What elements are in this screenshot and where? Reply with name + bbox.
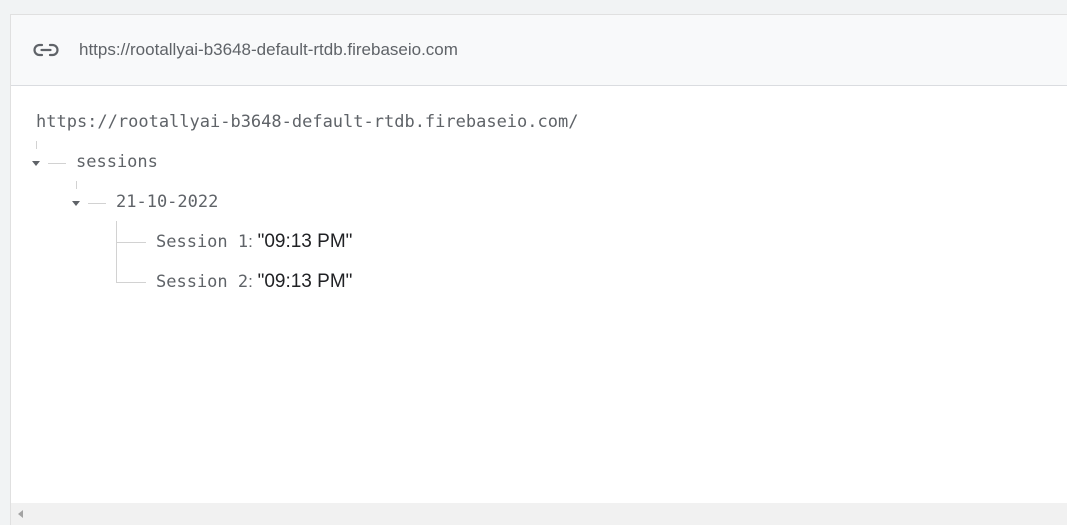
node-key-sessions[interactable]: sessions [76,151,158,173]
leaf-value[interactable]: "09:13 PM" [258,231,353,252]
leaf-separator: : [248,232,258,251]
tree-connector [116,282,146,283]
tree-connector [36,141,37,149]
node-key-date[interactable]: 21-10-2022 [116,191,218,213]
leaf-value[interactable]: "09:13 PM" [258,271,353,292]
database-url-bar: https://rootallyai-b3648-default-rtdb.fi… [11,15,1067,86]
link-icon[interactable] [33,39,59,61]
leaf-key: Session 2 [156,272,249,292]
leaf-separator: : [248,272,258,291]
horizontal-scrollbar[interactable] [11,503,1067,525]
tree-connector [48,163,66,164]
leaf-node[interactable]: Session 1: "09:13 PM" [156,231,352,254]
tree-connector [88,203,106,204]
tree-connector [76,181,77,189]
database-url[interactable]: https://rootallyai-b3648-default-rtdb.fi… [79,39,458,61]
tree-connector [116,221,117,283]
collapse-date-icon[interactable] [72,201,80,206]
root-node-url[interactable]: https://rootallyai-b3648-default-rtdb.fi… [36,111,578,133]
leaf-node[interactable]: Session 2: "09:13 PM" [156,271,352,294]
tree-connector [116,242,146,243]
data-tree: https://rootallyai-b3648-default-rtdb.fi… [11,86,1067,503]
leaf-key: Session 1 [156,232,249,252]
scroll-left-arrow-icon[interactable] [18,510,23,518]
database-panel: https://rootallyai-b3648-default-rtdb.fi… [10,14,1067,525]
collapse-sessions-icon[interactable] [32,161,40,166]
